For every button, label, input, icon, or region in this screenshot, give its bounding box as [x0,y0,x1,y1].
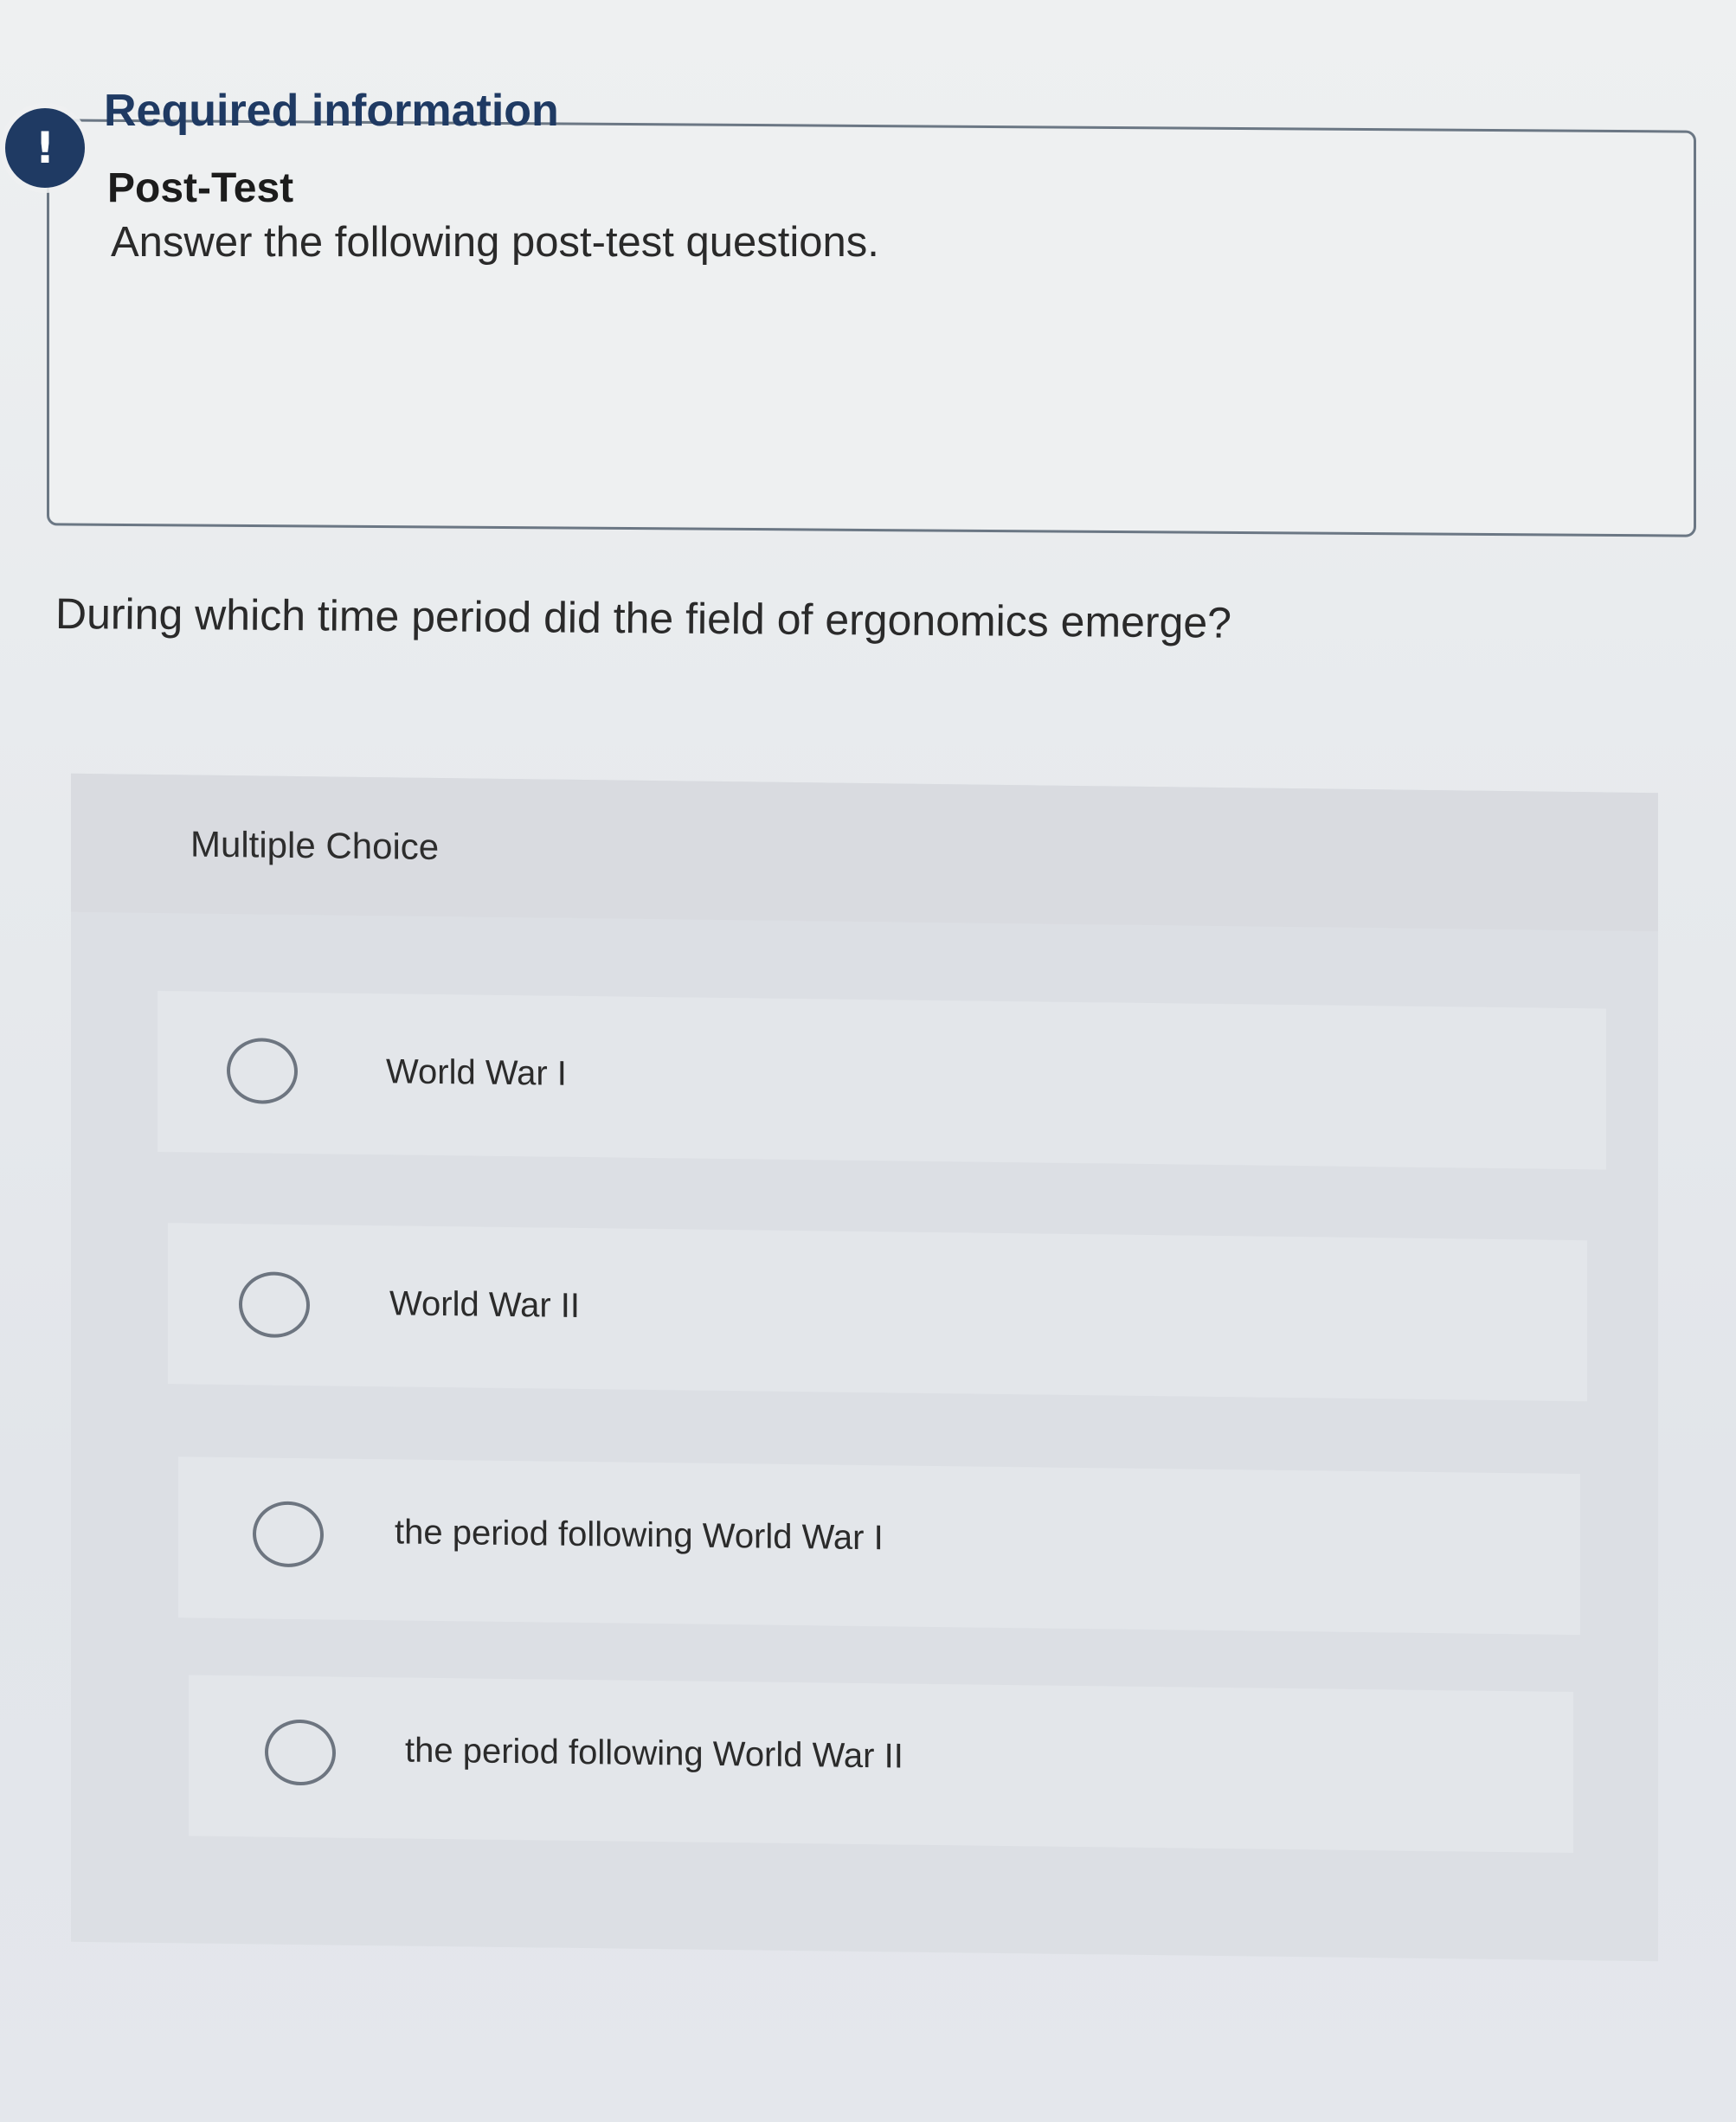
radio-button[interactable] [253,1501,324,1568]
post-test-instructions: Answer the following post-test questions… [111,219,879,266]
post-test-heading: Post-Test [107,165,294,211]
answer-option-label: the period following World War I [395,1513,884,1558]
answer-option-2[interactable]: World War II [168,1223,1587,1402]
required-information-title: Required information [104,86,559,136]
answer-option-1[interactable]: World War I [158,991,1606,1170]
answer-option-label: World War II [389,1284,581,1325]
multiple-choice-label: Multiple Choice [190,823,440,867]
radio-button[interactable] [239,1271,310,1339]
answer-option-label: the period following World War II [405,1731,903,1776]
multiple-choice-card: Multiple Choice World War I World War II… [71,773,1658,1962]
radio-button[interactable] [227,1037,298,1104]
required-information-panel [47,119,1696,537]
radio-button[interactable] [265,1719,336,1786]
exclamation-icon: ! [5,108,85,188]
answer-option-3[interactable]: the period following World War I [178,1456,1580,1636]
answer-option-label: World War I [386,1052,567,1093]
multiple-choice-header: Multiple Choice [71,773,1658,932]
alert-badge-symbol: ! [35,123,55,173]
question-prompt: During which time period did the field o… [55,589,1232,647]
answer-option-4[interactable]: the period following World War II [189,1675,1573,1854]
